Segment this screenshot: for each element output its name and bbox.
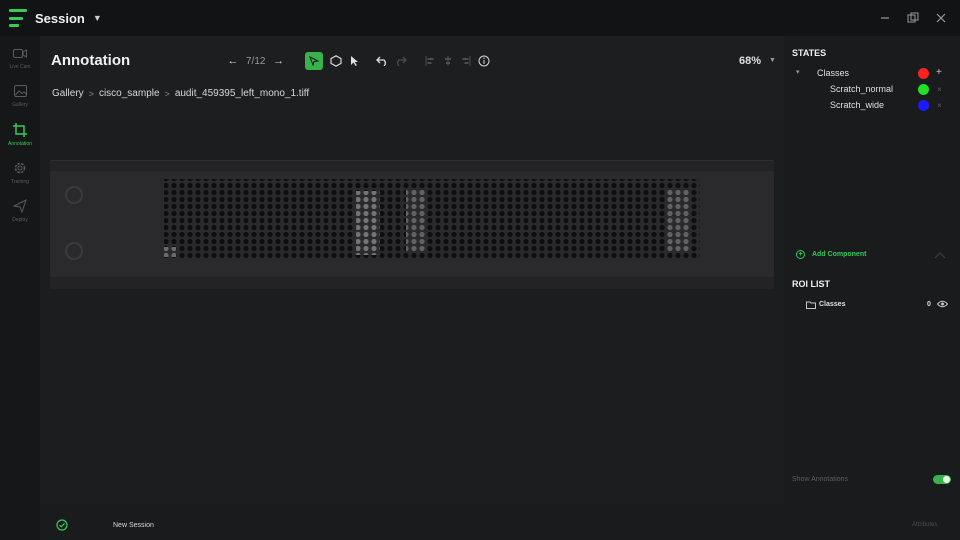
bottom-bar: New Session <box>40 504 784 540</box>
nav-item-deploy[interactable]: Deploy <box>0 198 40 232</box>
align-right-icon[interactable] <box>457 52 475 70</box>
gallery-icon <box>12 83 28 99</box>
folder-icon <box>806 301 816 311</box>
main-area: Annotation ← 7/12 → 68% ▼ Gallery > cisc… <box>40 36 784 540</box>
restore-icon[interactable] <box>902 7 924 29</box>
states-title: STATES <box>792 48 827 58</box>
pointer-tool-icon[interactable] <box>345 52 363 70</box>
right-panel: STATES ▾ Classes + Scratch_normal × Scra… <box>784 36 960 540</box>
page-title: Annotation <box>51 52 131 69</box>
state-label: Scratch_normal <box>830 84 894 94</box>
state-label: Classes <box>817 68 850 78</box>
breadcrumb-separator: > <box>164 88 170 99</box>
polygon-tool-icon[interactable] <box>327 52 345 70</box>
align-center-icon[interactable] <box>439 52 457 70</box>
window-controls <box>874 0 952 36</box>
remove-icon[interactable]: × <box>937 101 942 110</box>
breadcrumb-gallery[interactable]: Gallery <box>52 88 84 99</box>
color-swatch-red[interactable] <box>918 68 929 79</box>
inspection-image[interactable] <box>50 160 774 289</box>
state-row-classes[interactable]: ▾ Classes + <box>792 67 952 80</box>
send-icon <box>12 198 28 214</box>
zoom-level[interactable]: 68% <box>739 55 761 67</box>
roi-list-title: ROI LIST <box>792 279 830 289</box>
title-bar: Session ▼ <box>0 0 960 36</box>
breadcrumb-separator: > <box>88 88 94 99</box>
nav-item-live-cam[interactable]: Live Cam <box>0 45 40 79</box>
app-logo-icon <box>9 9 27 27</box>
toggle-knob <box>943 476 950 483</box>
redo-icon[interactable] <box>391 52 409 70</box>
new-session-button[interactable]: New Session <box>113 522 154 529</box>
check-circle-icon[interactable] <box>56 518 68 536</box>
remove-icon[interactable]: × <box>937 85 942 94</box>
info-icon[interactable] <box>475 52 493 70</box>
nav-item-annotation[interactable]: Annotation <box>0 122 40 156</box>
breadcrumb: Gallery > cisco_sample > audit_459395_le… <box>52 88 309 99</box>
faceplate-image <box>50 161 774 289</box>
panel-collapse-icon[interactable] <box>934 247 946 265</box>
chevron-down-icon[interactable]: ▼ <box>769 57 776 64</box>
add-component-label: Add Component <box>812 251 867 258</box>
color-swatch-blue[interactable] <box>918 100 929 111</box>
show-annotations-toggle[interactable] <box>933 475 951 484</box>
prev-arrow-icon[interactable]: ← <box>224 52 242 70</box>
minimize-icon[interactable] <box>874 7 896 29</box>
close-icon[interactable] <box>930 7 952 29</box>
nav-item-gallery[interactable]: Gallery <box>0 83 40 117</box>
state-row-scratch-normal[interactable]: Scratch_normal × <box>792 84 952 96</box>
page-counter: 7/12 <box>246 55 266 67</box>
plus-circle-icon: + <box>796 250 805 259</box>
undo-icon[interactable] <box>373 52 391 70</box>
next-arrow-icon[interactable]: → <box>269 52 287 70</box>
state-label: Scratch_wide <box>830 100 885 110</box>
eye-icon[interactable] <box>936 300 949 310</box>
gear-icon <box>12 160 28 176</box>
left-nav: Live Cam Gallery Annotation Training Dep… <box>0 36 40 540</box>
roi-row-classes[interactable]: Classes 0 <box>806 300 952 312</box>
camera-icon <box>12 45 28 61</box>
session-title[interactable]: Session <box>35 11 85 26</box>
nav-item-training[interactable]: Training <box>0 160 40 194</box>
roi-label: Classes <box>819 301 846 308</box>
roi-count: 0 <box>927 301 931 308</box>
breadcrumb-file: audit_459395_left_mono_1.tiff <box>174 88 310 99</box>
state-row-scratch-wide[interactable]: Scratch_wide × <box>792 100 952 112</box>
select-tool-icon[interactable] <box>305 52 324 70</box>
breadcrumb-folder[interactable]: cisco_sample <box>99 88 160 99</box>
add-component-button[interactable]: + Add Component <box>796 250 866 259</box>
align-left-icon[interactable] <box>421 52 439 70</box>
annotation-toolbar: ← 7/12 → <box>224 52 493 70</box>
add-icon[interactable]: + <box>936 67 942 78</box>
chevron-down-icon[interactable]: ▾ <box>796 68 800 76</box>
show-annotations-label: Show Annotations <box>792 476 849 483</box>
attributes-link[interactable]: Attributes <box>912 522 937 528</box>
color-swatch-green[interactable] <box>918 84 929 95</box>
chevron-down-icon[interactable]: ▼ <box>93 13 102 23</box>
crop-icon <box>12 122 28 138</box>
